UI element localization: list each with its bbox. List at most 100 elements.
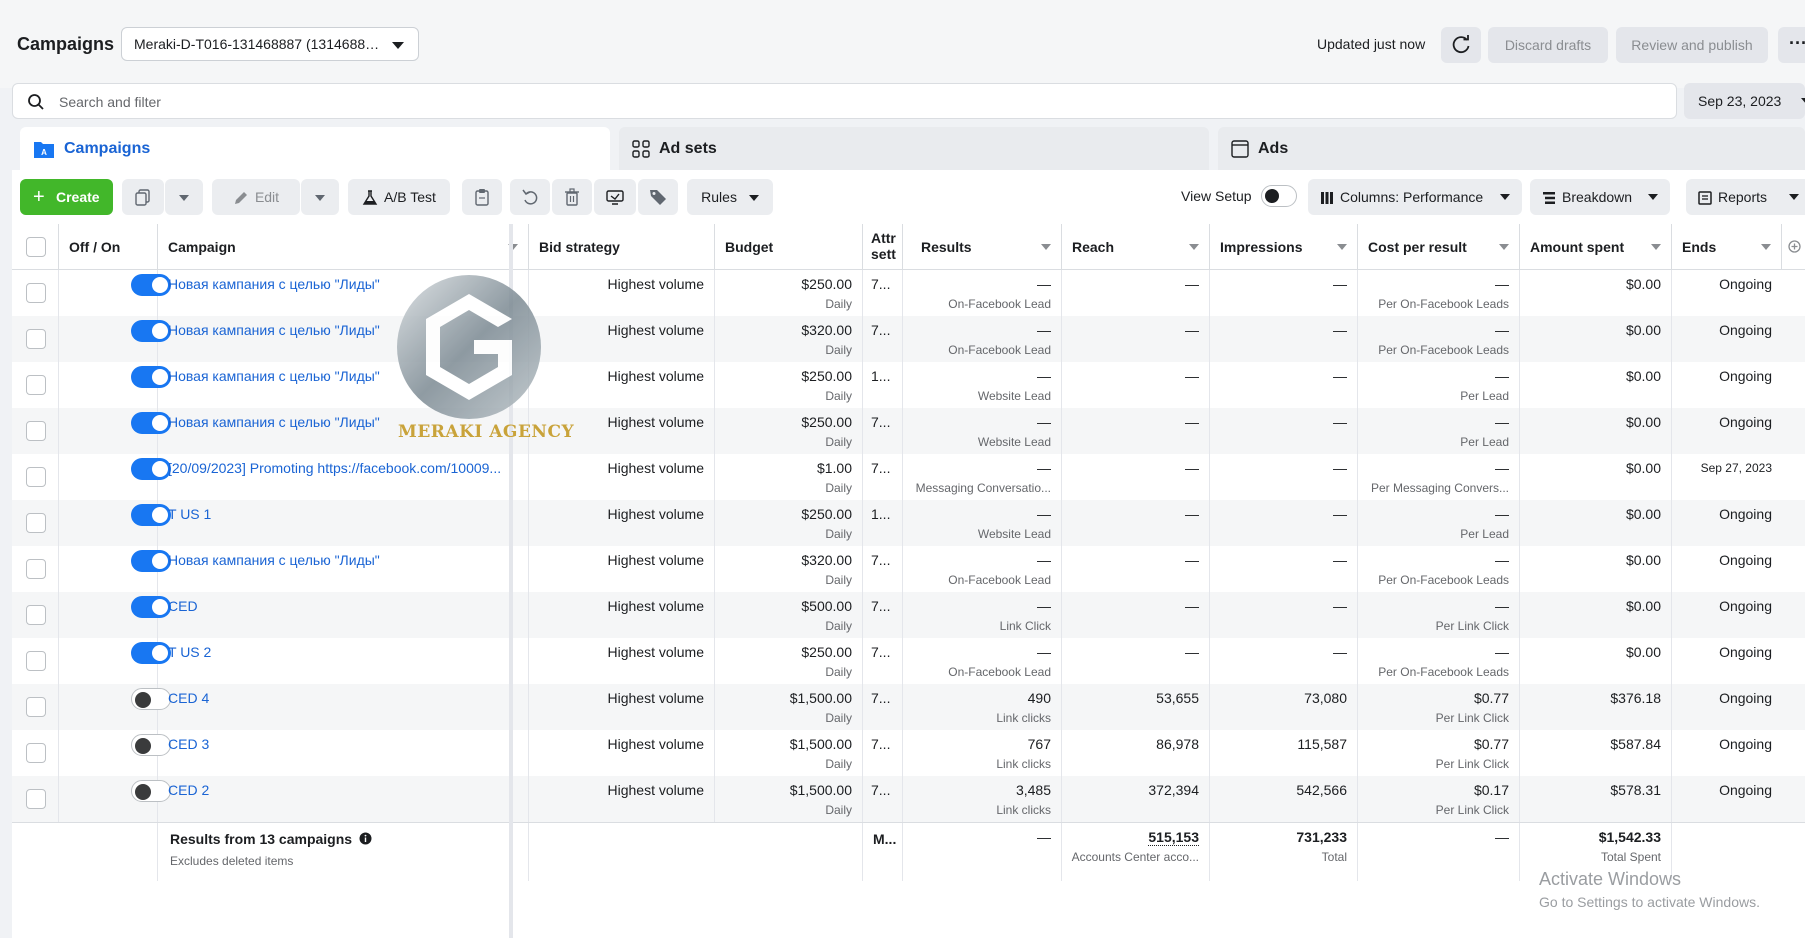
breakdown-dropdown[interactable]: Breakdown <box>1530 179 1670 215</box>
duplicate-dropdown-button[interactable] <box>165 179 203 215</box>
cell-budget: $320.00 Daily <box>715 316 863 362</box>
campaign-name-link[interactable]: [20/09/2023] Promoting https://facebook.… <box>168 460 513 476</box>
campaign-name-link[interactable]: T US 2 <box>168 644 513 660</box>
campaign-name-link[interactable]: T US 1 <box>168 506 513 522</box>
header-bid-strategy[interactable]: Bid strategy <box>529 224 715 270</box>
table-row[interactable]: Новая кампания с целью "Лиды" Highest vol… <box>12 270 1805 316</box>
results-value: — <box>1037 644 1051 660</box>
table-row[interactable]: Новая кампания с целью "Лиды" Highest vol… <box>12 546 1805 592</box>
edit-dropdown-button[interactable] <box>301 179 339 215</box>
budget-type: Daily <box>825 481 852 495</box>
header-results[interactable]: Results <box>903 224 1062 270</box>
header-impressions[interactable]: Impressions <box>1210 224 1358 270</box>
clipboard-button[interactable] <box>462 179 502 215</box>
tab-ad-sets[interactable]: Ad sets <box>619 127 1209 171</box>
header-ends[interactable]: Ends <box>1672 224 1782 270</box>
cell-reach: — <box>1062 316 1210 362</box>
campaign-name-link[interactable]: CED 2 <box>168 782 513 798</box>
row-checkbox[interactable] <box>26 421 46 441</box>
more-options-button[interactable]: ··· <box>1778 27 1805 63</box>
cell-toggle <box>59 316 171 362</box>
table-row[interactable]: CED 3 Highest volume $1,500.00 Daily 7... 767… <box>12 730 1805 776</box>
results-type: Website Lead <box>977 389 1051 403</box>
cell-impressions: — <box>1210 546 1358 592</box>
table-row[interactable]: [20/09/2023] Promoting https://facebook.… <box>12 454 1805 500</box>
cost-per-result-value: $0.77 <box>1473 690 1509 706</box>
table-row[interactable]: Новая кампания с целью "Лиды" Highest vol… <box>12 408 1805 454</box>
bid-strategy-value: Highest volume <box>607 368 705 384</box>
undo-button[interactable] <box>510 179 550 215</box>
results-type: On-Facebook Lead <box>948 665 1051 679</box>
row-checkbox[interactable] <box>26 467 46 487</box>
row-checkbox[interactable] <box>26 559 46 579</box>
cell-campaign: CED 2 <box>158 776 529 822</box>
row-checkbox[interactable] <box>26 283 46 303</box>
row-checkbox[interactable] <box>26 375 46 395</box>
row-checkbox[interactable] <box>26 651 46 671</box>
duplicate-button[interactable] <box>122 179 164 215</box>
header-add-column[interactable] <box>1782 224 1805 270</box>
tab-campaigns[interactable]: A Campaigns <box>20 127 610 171</box>
rules-dropdown[interactable]: Rules <box>687 179 773 215</box>
campaign-name-link[interactable]: CED <box>168 598 513 614</box>
cell-select <box>12 638 59 684</box>
results-type: Website Lead <box>977 527 1051 541</box>
cell-impressions: 542,566 <box>1210 776 1358 822</box>
row-checkbox[interactable] <box>26 329 46 349</box>
review-publish-button[interactable]: Review and publish <box>1616 27 1768 63</box>
refresh-button[interactable] <box>1441 27 1481 63</box>
header-reach[interactable]: Reach <box>1062 224 1210 270</box>
table-row[interactable]: CED 2 Highest volume $1,500.00 Daily 7... 3,4… <box>12 776 1805 822</box>
columns-label: Columns: Performance <box>1340 189 1484 205</box>
edit-button[interactable]: Edit <box>212 179 300 215</box>
table-row[interactable]: Новая кампания с целью "Лиды" Highest vol… <box>12 316 1805 362</box>
table-row[interactable]: T US 1 Highest volume $250.00 Daily 1... — Web… <box>12 500 1805 546</box>
sort-caret-icon <box>1499 244 1509 250</box>
cell-budget: $1,500.00 Daily <box>715 684 863 730</box>
cell-cost-per-result: — Per Messaging Convers... <box>1358 454 1520 500</box>
account-selector[interactable]: Meraki-D-T016-131468887 (131468887) <box>121 27 419 61</box>
cell-cost-per-result: — Per Lead <box>1358 362 1520 408</box>
create-button[interactable]: + Create <box>20 179 113 215</box>
row-checkbox[interactable] <box>26 697 46 717</box>
search-input[interactable] <box>57 90 1561 114</box>
ab-test-button[interactable]: A/B Test <box>348 179 450 215</box>
reports-dropdown[interactable]: Reports <box>1686 179 1805 215</box>
preview-button[interactable] <box>594 179 636 215</box>
table-row[interactable]: T US 2 Highest volume $250.00 Daily 7... — On-… <box>12 638 1805 684</box>
row-checkbox[interactable] <box>26 513 46 533</box>
campaign-name-link[interactable]: Новая кампания с целью "Лиды" <box>168 552 513 568</box>
row-checkbox[interactable] <box>26 605 46 625</box>
search-bar[interactable] <box>12 83 1677 119</box>
table-row[interactable]: CED Highest volume $500.00 Daily 7... — Link C… <box>12 592 1805 638</box>
header-cost-per-result[interactable]: Cost per result <box>1358 224 1520 270</box>
header-attribution[interactable]: Attr sett <box>863 224 903 270</box>
table-row[interactable]: Новая кампания с целью "Лиды" Highest vol… <box>12 362 1805 408</box>
impressions-value: — <box>1333 368 1347 384</box>
row-checkbox[interactable] <box>26 743 46 763</box>
header-campaign[interactable]: Campaign <box>158 224 529 270</box>
view-setup-toggle[interactable] <box>1261 185 1297 207</box>
campaign-name-link[interactable]: CED 3 <box>168 736 513 752</box>
header-amount-spent[interactable]: Amount spent <box>1520 224 1672 270</box>
columns-dropdown[interactable]: Columns: Performance <box>1308 179 1522 215</box>
discard-drafts-button[interactable]: Discard drafts <box>1488 27 1608 63</box>
budget-type: Daily <box>825 527 852 541</box>
tag-button[interactable] <box>638 179 678 215</box>
cell-amount-spent: $0.00 <box>1520 362 1672 408</box>
header-budget[interactable]: Budget <box>715 224 863 270</box>
table-row[interactable]: CED 4 Highest volume $1,500.00 Daily 7... 490… <box>12 684 1805 730</box>
cell-select <box>12 316 59 362</box>
campaign-name-link[interactable]: CED 4 <box>168 690 513 706</box>
date-range-picker[interactable]: Sep 23, 2023 <box>1684 83 1805 119</box>
columns-icon <box>1321 192 1333 205</box>
delete-button[interactable] <box>552 179 592 215</box>
budget-type: Daily <box>825 711 852 725</box>
attribution-value: 1... <box>871 506 891 522</box>
impressions-value: — <box>1333 276 1347 292</box>
cell-reach: — <box>1062 454 1210 500</box>
row-checkbox[interactable] <box>26 789 46 809</box>
tab-ads[interactable]: Ads <box>1218 127 1805 171</box>
select-all-checkbox[interactable] <box>26 237 46 257</box>
ab-test-label: A/B Test <box>384 189 436 205</box>
